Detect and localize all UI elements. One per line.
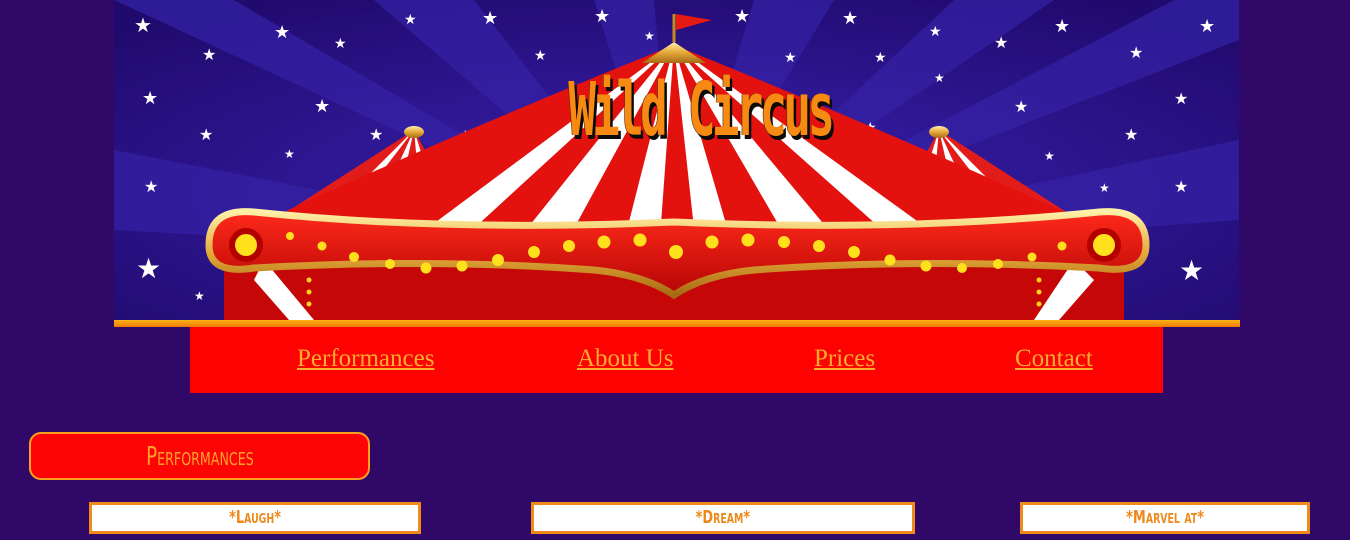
svg-text:★: ★ bbox=[934, 71, 945, 85]
circus-tent-illustration: ★ ★ ★ ★ ★ ★ ★ ★ ★ ★ ★ ★ ★ ★ ★ ★ ★ ★ ★ ★ ★ ★ ★ ★ ★ ★ ★… bbox=[114, 0, 1239, 322]
card-label: *Marvel at* bbox=[1126, 507, 1204, 528]
svg-text:★: ★ bbox=[1179, 256, 1204, 287]
card-dream[interactable]: *Dream* bbox=[531, 502, 915, 534]
svg-text:★: ★ bbox=[142, 88, 158, 108]
svg-text:★: ★ bbox=[1124, 127, 1138, 144]
card-laugh[interactable]: *Laugh* bbox=[89, 502, 421, 534]
svg-text:★: ★ bbox=[144, 179, 158, 196]
banner-divider bbox=[114, 320, 1240, 327]
svg-text:★: ★ bbox=[1174, 179, 1188, 196]
nav-link-contact[interactable]: Contact bbox=[1015, 345, 1093, 373]
svg-text:★: ★ bbox=[136, 254, 161, 285]
svg-text:★: ★ bbox=[274, 22, 290, 42]
svg-text:★: ★ bbox=[194, 289, 205, 303]
svg-text:★: ★ bbox=[1174, 91, 1188, 108]
svg-text:★: ★ bbox=[314, 96, 330, 116]
svg-text:★: ★ bbox=[1099, 181, 1110, 195]
svg-text:★: ★ bbox=[284, 147, 295, 161]
svg-text:★: ★ bbox=[644, 29, 655, 43]
main-nav: Performances About Us Prices Contact bbox=[190, 327, 1163, 393]
card-label: *Dream* bbox=[695, 507, 751, 528]
section-heading: Performances bbox=[29, 432, 370, 480]
section-heading-text: Performances bbox=[145, 442, 254, 472]
svg-text:★: ★ bbox=[199, 127, 213, 144]
svg-text:★: ★ bbox=[784, 51, 797, 66]
svg-text:★: ★ bbox=[134, 15, 152, 37]
svg-text:★: ★ bbox=[1199, 16, 1215, 36]
svg-text:★: ★ bbox=[874, 51, 887, 66]
svg-text:★: ★ bbox=[1014, 99, 1028, 116]
svg-text:★: ★ bbox=[334, 37, 347, 52]
svg-text:★: ★ bbox=[734, 6, 750, 26]
card-marvel[interactable]: *Marvel at* bbox=[1020, 502, 1310, 534]
svg-text:★: ★ bbox=[369, 127, 383, 144]
svg-text:★: ★ bbox=[202, 47, 216, 64]
nav-link-performances[interactable]: Performances bbox=[297, 345, 434, 373]
svg-text:★: ★ bbox=[994, 35, 1008, 52]
svg-text:★: ★ bbox=[1129, 45, 1143, 62]
svg-text:★: ★ bbox=[534, 49, 547, 64]
nav-link-prices[interactable]: Prices bbox=[814, 345, 875, 373]
svg-text:★: ★ bbox=[594, 6, 610, 26]
circus-banner: ★ ★ ★ ★ ★ ★ ★ ★ ★ ★ ★ ★ ★ ★ ★ ★ ★ ★ ★ ★ ★ ★ ★ ★ ★ ★ ★… bbox=[114, 0, 1239, 322]
svg-text:★: ★ bbox=[1054, 16, 1070, 36]
site-title: Wild Circus bbox=[568, 67, 835, 153]
svg-text:★: ★ bbox=[404, 13, 417, 28]
svg-text:★: ★ bbox=[842, 8, 858, 28]
nav-link-about-us[interactable]: About Us bbox=[577, 345, 674, 373]
svg-text:★: ★ bbox=[482, 8, 498, 28]
svg-text:★: ★ bbox=[1044, 149, 1055, 163]
svg-text:★: ★ bbox=[929, 25, 942, 40]
card-label: *Laugh* bbox=[229, 507, 281, 528]
